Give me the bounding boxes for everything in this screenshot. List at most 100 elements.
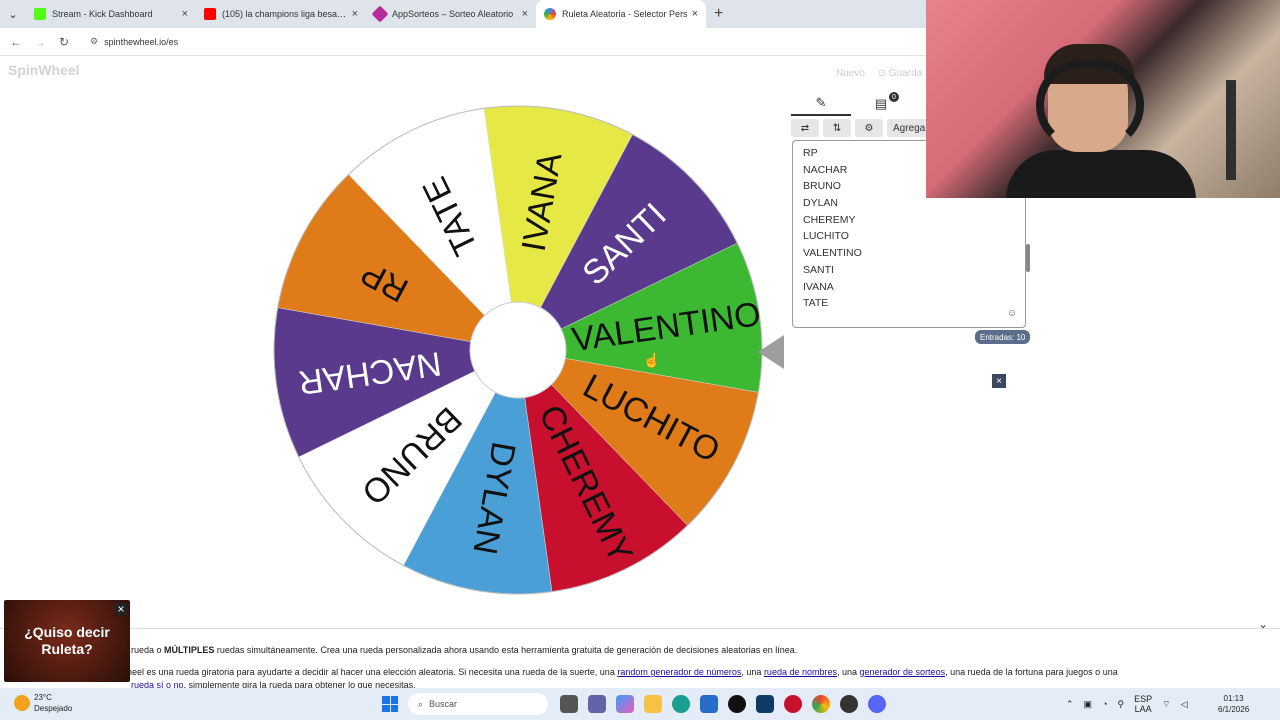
wheel-pointer-icon [758,335,784,369]
weather-text: Despejado [34,704,73,713]
text: e Wheel es una rueda giratoria para ayud… [111,667,618,677]
tab-kick[interactable]: Stream - Kick Dashboard × [26,0,196,28]
emoji-icon[interactable]: ☺ [1007,308,1017,319]
close-icon[interactable]: × [992,374,1006,388]
lang-code: ESP [1134,694,1153,704]
copilot-icon[interactable] [616,695,634,713]
kick-icon [34,8,46,20]
teams-icon[interactable] [588,695,606,713]
tab-appsorteos[interactable]: AppSorteos – Sorteo Aleatorio × [366,0,536,28]
pencil-icon: ✎ [815,95,827,110]
close-icon[interactable]: × [182,8,188,20]
photoshop-icon[interactable] [756,695,774,713]
search-label: Buscar [429,699,458,709]
tab-ruleta[interactable]: Ruleta Aleatoria - Selector Pers × [536,0,706,28]
wheel-hub[interactable] [469,301,567,399]
browser-tab-bar: ⌄ Stream - Kick Dashboard × (105) la cha… [0,0,926,28]
close-icon[interactable]: × [692,8,698,20]
usb-icon[interactable]: ⚲ [1118,699,1125,710]
link-name-wheel[interactable]: rueda de nombres [764,667,837,677]
network-icon[interactable]: ◔ [1102,699,1107,709]
tab-title: Ruleta Aleatoria - Selector Pers [562,9,688,19]
windows-taskbar: 23°C Despejado ⌕ Buscar ⌃ ▣ ◔ ⚲ ESP LAA … [0,688,1280,720]
tab-title: AppSorteos – Sorteo Aleatorio [392,9,514,19]
entry-item: CHEREMY [803,213,856,226]
sun-icon [14,695,30,711]
new-tab-icon[interactable]: + [714,5,723,23]
shuffle-button[interactable]: ⇄ [791,119,819,137]
search-icon: ⌕ [418,698,424,709]
date: 6/1/2026 [1218,705,1250,714]
obs-icon[interactable] [784,695,802,713]
discord-icon[interactable] [868,695,886,713]
text: rueda o [131,645,165,655]
entry-item: LUCHITO [803,230,849,243]
new-button[interactable]: Nuevo [836,68,865,79]
close-icon[interactable]: × [352,8,358,20]
forward-icon[interactable]: → [28,35,52,49]
file-explorer-icon[interactable] [560,695,578,713]
link-random-number[interactable]: random generador de números [617,667,741,677]
microphone-stand [1226,80,1236,180]
tab-youtube[interactable]: (105) la champions liga besame × [196,0,366,28]
tab-results[interactable]: ▤ 0 [851,92,911,116]
add-button[interactable]: Agrega [887,119,932,137]
weather-widget[interactable]: 23°C Despejado [14,692,72,714]
youtube-icon [204,8,216,20]
reload-icon[interactable]: ↻ [52,35,76,49]
person-shirt [1006,150,1196,198]
text: , una [741,667,764,677]
windows-start-icon[interactable] [382,696,398,712]
headset-icon [1036,60,1144,150]
tab-edit[interactable]: ✎ [791,92,851,116]
settings-button[interactable]: ⚙ [855,119,883,137]
taskbar-search[interactable]: ⌕ Buscar [408,693,548,715]
url-field[interactable]: ⚙ spinthewheel.io/es [82,31,918,53]
taskbar-apps [560,695,886,713]
chevron-up-icon[interactable]: ⌃ [1066,699,1074,710]
temperature: 23°C [34,693,52,702]
text: , una rueda de la fortuna para juegos o … [945,667,1118,677]
tray-app-icon[interactable]: ▣ [1084,699,1093,710]
chrome-icon[interactable] [812,695,830,713]
site-logo[interactable]: SpinWheel [8,62,80,78]
lang-region: LAA [1134,704,1152,714]
spin-wheel[interactable]: VALENTINOLUCHITOCHEREMYDYLANBRUNONACHARR… [270,102,766,598]
tiktok-icon[interactable] [728,695,746,713]
steam-icon[interactable] [840,695,858,713]
text: ruedas simultáneamente. Crea una rueda p… [214,645,798,655]
tab-search-icon[interactable]: ⌄ [0,0,26,28]
entries-scrollbar[interactable] [1026,244,1030,272]
description-section: ⌄ rueda o MÚLTIPLES ruedas simultáneamen… [0,617,1280,690]
address-bar: ← → ↻ ⚙ spinthewheel.io/es [0,28,926,56]
close-icon[interactable]: × [522,8,528,20]
taskbar-clock[interactable]: 01:13 6/1/2026 [1218,693,1249,715]
system-tray: ⌃ ▣ ◔ ⚲ ESP LAA ⌔ ◁ [1066,694,1188,714]
entry-item: VALENTINO [803,247,862,260]
tab-title: (105) la champions liga besame [222,9,348,19]
chevron-down-icon[interactable]: ⌄ [1258,617,1268,631]
store-icon[interactable] [700,695,718,713]
save-button[interactable]: ⊙ Guarda [878,68,923,79]
edge-icon[interactable] [672,695,690,713]
entry-item: SANTI [803,263,834,276]
entries-count-badge: Entradas: 10 [975,330,1031,344]
results-badge: 0 [889,92,899,102]
sort-icon: ⇅ [832,122,842,134]
language-indicator[interactable]: ESP LAA [1134,694,1152,714]
back-icon[interactable]: ← [4,35,28,49]
folder-icon[interactable] [644,695,662,713]
entry-item: IVANA [803,280,834,293]
sort-button[interactable]: ⇅ [823,119,851,137]
hand-cursor-icon: ☝ [643,352,661,368]
link-raffle[interactable]: generador de sorteos [860,667,946,677]
time: 01:13 [1223,694,1244,703]
description-line-1: rueda o MÚLTIPLES ruedas simultáneamente… [131,645,797,655]
shuffle-icon: ⇄ [800,122,810,134]
clipboard-icon: ▤ [874,96,888,111]
site-info-icon[interactable]: ⚙ [90,36,98,47]
wifi-icon[interactable]: ⌔ [1162,699,1170,710]
close-icon[interactable]: × [114,602,128,616]
volume-icon[interactable]: ◁ [1181,699,1188,710]
roulette-ad[interactable]: ¿Quiso decir Ruleta? [4,600,130,682]
